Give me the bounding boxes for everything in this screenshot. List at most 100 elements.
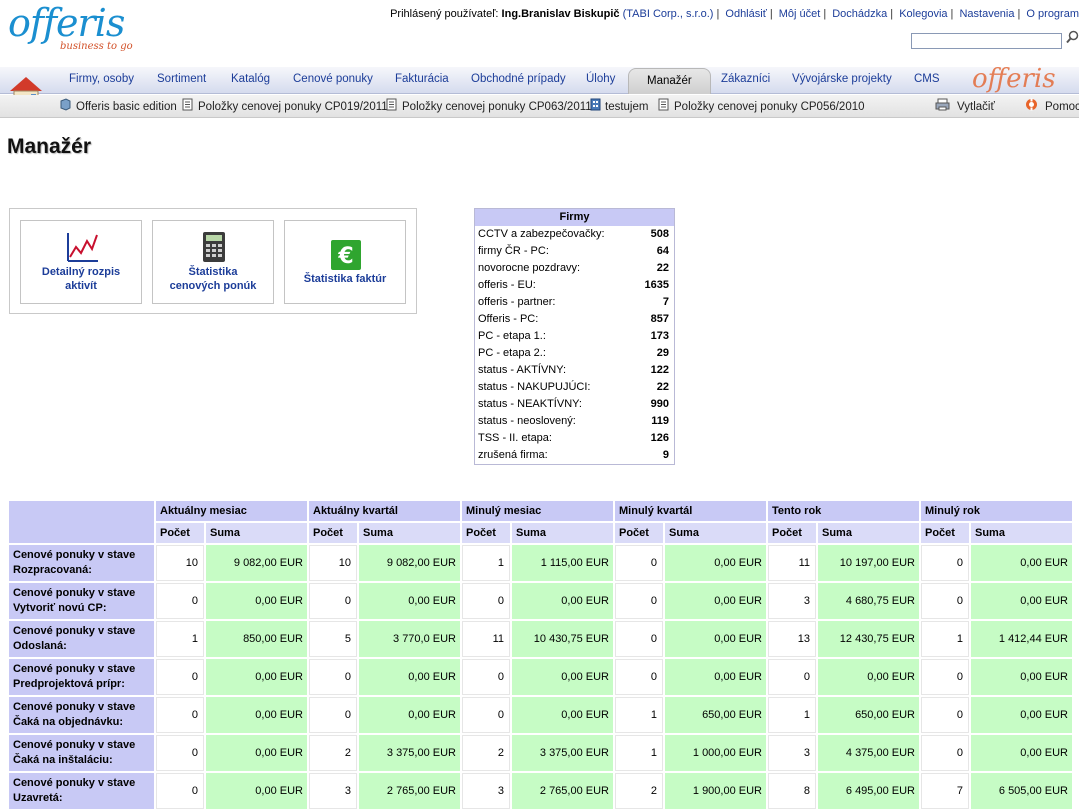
count-header: Počet: [768, 523, 816, 543]
svg-text:€: €: [337, 244, 353, 269]
logo-tagline: business to go: [60, 41, 133, 52]
tab-katalog[interactable]: Katalóg: [231, 73, 270, 85]
widget-activity-detail[interactable]: Detailný rozpis aktivít: [20, 220, 142, 304]
company-link[interactable]: (TABI Corp., s.r.o.): [623, 8, 714, 20]
row-label-line: Cenové ponuky v stave: [13, 777, 136, 789]
count-cell: 0: [921, 735, 969, 771]
row-label-line: Cenové ponuky v stave: [13, 663, 136, 675]
firmy-row: firmy ČR - PC: 64: [475, 243, 674, 260]
firmy-row-value: 9: [662, 449, 669, 461]
row-label: Cenové ponuky v stave Rozpracovaná:: [9, 545, 154, 581]
tab-firmy-osoby[interactable]: Firmy, osoby: [69, 73, 134, 85]
quick-item-basic-edition[interactable]: Offeris basic edition: [76, 101, 177, 113]
print-button[interactable]: Vytlačiť: [957, 101, 995, 113]
sum-header: Suma: [818, 523, 919, 543]
firmy-row-name: novorocne pozdravy:: [478, 262, 581, 274]
firmy-row-name: Offeris - PC:: [478, 313, 539, 325]
count-cell: 5: [309, 621, 357, 657]
count-cell: 10: [156, 545, 204, 581]
tab-sortiment[interactable]: Sortiment: [157, 73, 206, 85]
attendance-link[interactable]: Dochádzka: [832, 8, 887, 20]
lifebuoy-icon[interactable]: [1025, 98, 1038, 111]
firmy-row-value: 22: [656, 381, 669, 393]
help-button[interactable]: Pomoc: [1045, 101, 1079, 113]
widget-quote-stats[interactable]: Štatistika cenových ponúk: [152, 220, 274, 304]
logout-link[interactable]: Odhlásiť: [725, 8, 766, 20]
row-label-line: Cenové ponuky v stave: [13, 549, 136, 561]
table-row: Cenové ponuky v stave Uzavretá: 0 0,00 EUR 3…: [9, 773, 1072, 809]
sum-cell: 4 680,75 EUR: [818, 583, 919, 619]
count-cell: 0: [921, 545, 969, 581]
row-label-line: Cenové ponuky v stave: [13, 701, 136, 713]
tab-cms[interactable]: CMS: [914, 73, 940, 85]
quick-item-testujem[interactable]: testujem: [605, 101, 648, 113]
period-header: Tento rok: [768, 501, 919, 521]
count-cell: 0: [768, 659, 816, 695]
user-bar: Prihlásený používateľ: Ing.Branislav Bis…: [390, 8, 1079, 20]
count-cell: 11: [768, 545, 816, 581]
quick-item-cp063[interactable]: Položky cenovej ponuky CP063/2011: [402, 101, 592, 113]
logged-user-label: Prihlásený používateľ:: [390, 8, 499, 20]
search-icon[interactable]: [1066, 30, 1079, 44]
sum-cell: 0,00 EUR: [206, 583, 307, 619]
row-label-line: Uzavretá:: [13, 792, 63, 804]
document-icon: [386, 98, 397, 111]
firmy-row: novorocne pozdravy: 22: [475, 260, 674, 277]
sum-cell: 0,00 EUR: [512, 583, 613, 619]
row-label-line: Cenové ponuky v stave: [13, 625, 136, 637]
colleagues-link[interactable]: Kolegovia: [899, 8, 947, 20]
sum-cell: 6 495,00 EUR: [818, 773, 919, 809]
tab-fakturacia[interactable]: Fakturácia: [395, 73, 449, 85]
sum-cell: 0,00 EUR: [665, 621, 766, 657]
count-cell: 1: [615, 697, 663, 733]
settings-link[interactable]: Nastavenia: [959, 8, 1014, 20]
sum-cell: 0,00 EUR: [818, 659, 919, 695]
quick-item-cp056[interactable]: Položky cenovej ponuky CP056/2010: [674, 101, 865, 113]
row-label-line: Rozpracovaná:: [13, 564, 92, 576]
count-cell: 13: [768, 621, 816, 657]
table-row: Cenové ponuky v stave Odoslaná: 1 850,00 EU…: [9, 621, 1072, 657]
quick-item-cp019[interactable]: Položky cenovej ponuky CP019/2011: [198, 101, 388, 113]
tab-vyvojarske-projekty[interactable]: Vývojárske projekty: [792, 73, 892, 85]
offeris-logo[interactable]: offeris business to go: [8, 4, 148, 54]
firmy-row-name: status - AKTÍVNY:: [478, 364, 567, 376]
row-label-line: Vytvoriť novú CP:: [13, 602, 107, 614]
cube-icon: [60, 98, 71, 111]
sum-cell: 0,00 EUR: [971, 697, 1072, 733]
count-cell: 0: [921, 697, 969, 733]
firmy-row-name: zrušená firma:: [478, 449, 548, 461]
table-corner: [9, 501, 154, 543]
firmy-row: offeris - partner: 7: [475, 294, 674, 311]
count-cell: 0: [615, 583, 663, 619]
count-cell: 0: [156, 697, 204, 733]
firmy-row: offeris - EU: 1635: [475, 277, 674, 294]
firmy-row-name: PC - etapa 1.:: [478, 330, 546, 342]
my-account-link[interactable]: Môj účet: [779, 8, 821, 20]
table-row: Cenové ponuky v stave Vytvoriť novú CP: 0 0…: [9, 583, 1072, 619]
row-label-line: Čaká na inštaláciu:: [13, 754, 113, 766]
count-cell: 0: [462, 583, 510, 619]
euro-icon: €: [331, 240, 361, 270]
tab-zakaznici[interactable]: Zákazníci: [721, 73, 770, 85]
count-cell: 1: [768, 697, 816, 733]
tab-ulohy[interactable]: Úlohy: [586, 73, 615, 85]
count-header: Počet: [615, 523, 663, 543]
printer-icon[interactable]: [935, 98, 950, 111]
search-input[interactable]: [911, 33, 1062, 49]
firmy-row-name: offeris - EU:: [478, 279, 536, 291]
count-header: Počet: [921, 523, 969, 543]
tab-cenove-ponuky[interactable]: Cenové ponuky: [293, 73, 373, 85]
manager-widgets: Detailný rozpis aktivít Štatistika cenov…: [9, 208, 417, 314]
count-cell: 0: [156, 735, 204, 771]
firmy-row-value: 22: [656, 262, 669, 274]
firmy-row: CCTV a zabezpečovačky: 508: [475, 226, 674, 243]
sum-header: Suma: [665, 523, 766, 543]
widget-invoice-stats[interactable]: € Štatistika faktúr: [284, 220, 406, 304]
row-label: Cenové ponuky v stave Čaká na objednávku:: [9, 697, 154, 733]
firmy-row-value: 990: [650, 398, 669, 410]
sum-cell: 0,00 EUR: [512, 697, 613, 733]
row-label: Cenové ponuky v stave Uzavretá:: [9, 773, 154, 809]
tab-manazer[interactable]: Manažér: [628, 68, 711, 94]
about-link[interactable]: O program: [1026, 8, 1079, 20]
tab-obchodne-pripady[interactable]: Obchodné prípady: [471, 73, 566, 85]
